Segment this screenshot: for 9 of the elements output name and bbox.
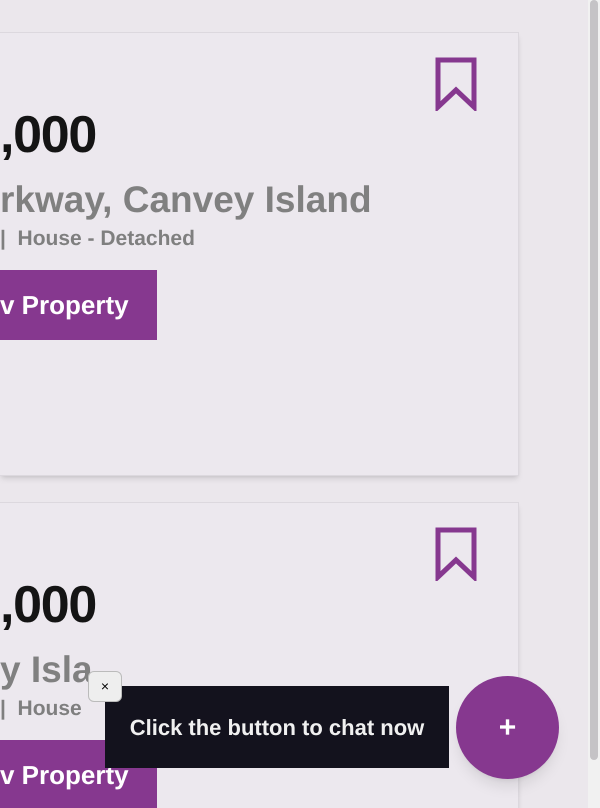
property-details: | House [0,696,82,722]
view-property-button[interactable]: v Property [0,270,157,340]
price: ,000 [0,575,96,636]
price: ,000 [0,105,96,166]
address: rkway, Canvey Island [0,178,372,222]
bookmark-icon[interactable] [435,57,477,111]
scrollbar[interactable] [588,0,600,808]
property-details: | House - Detached [0,226,195,252]
bookmark-icon[interactable] [435,527,477,581]
